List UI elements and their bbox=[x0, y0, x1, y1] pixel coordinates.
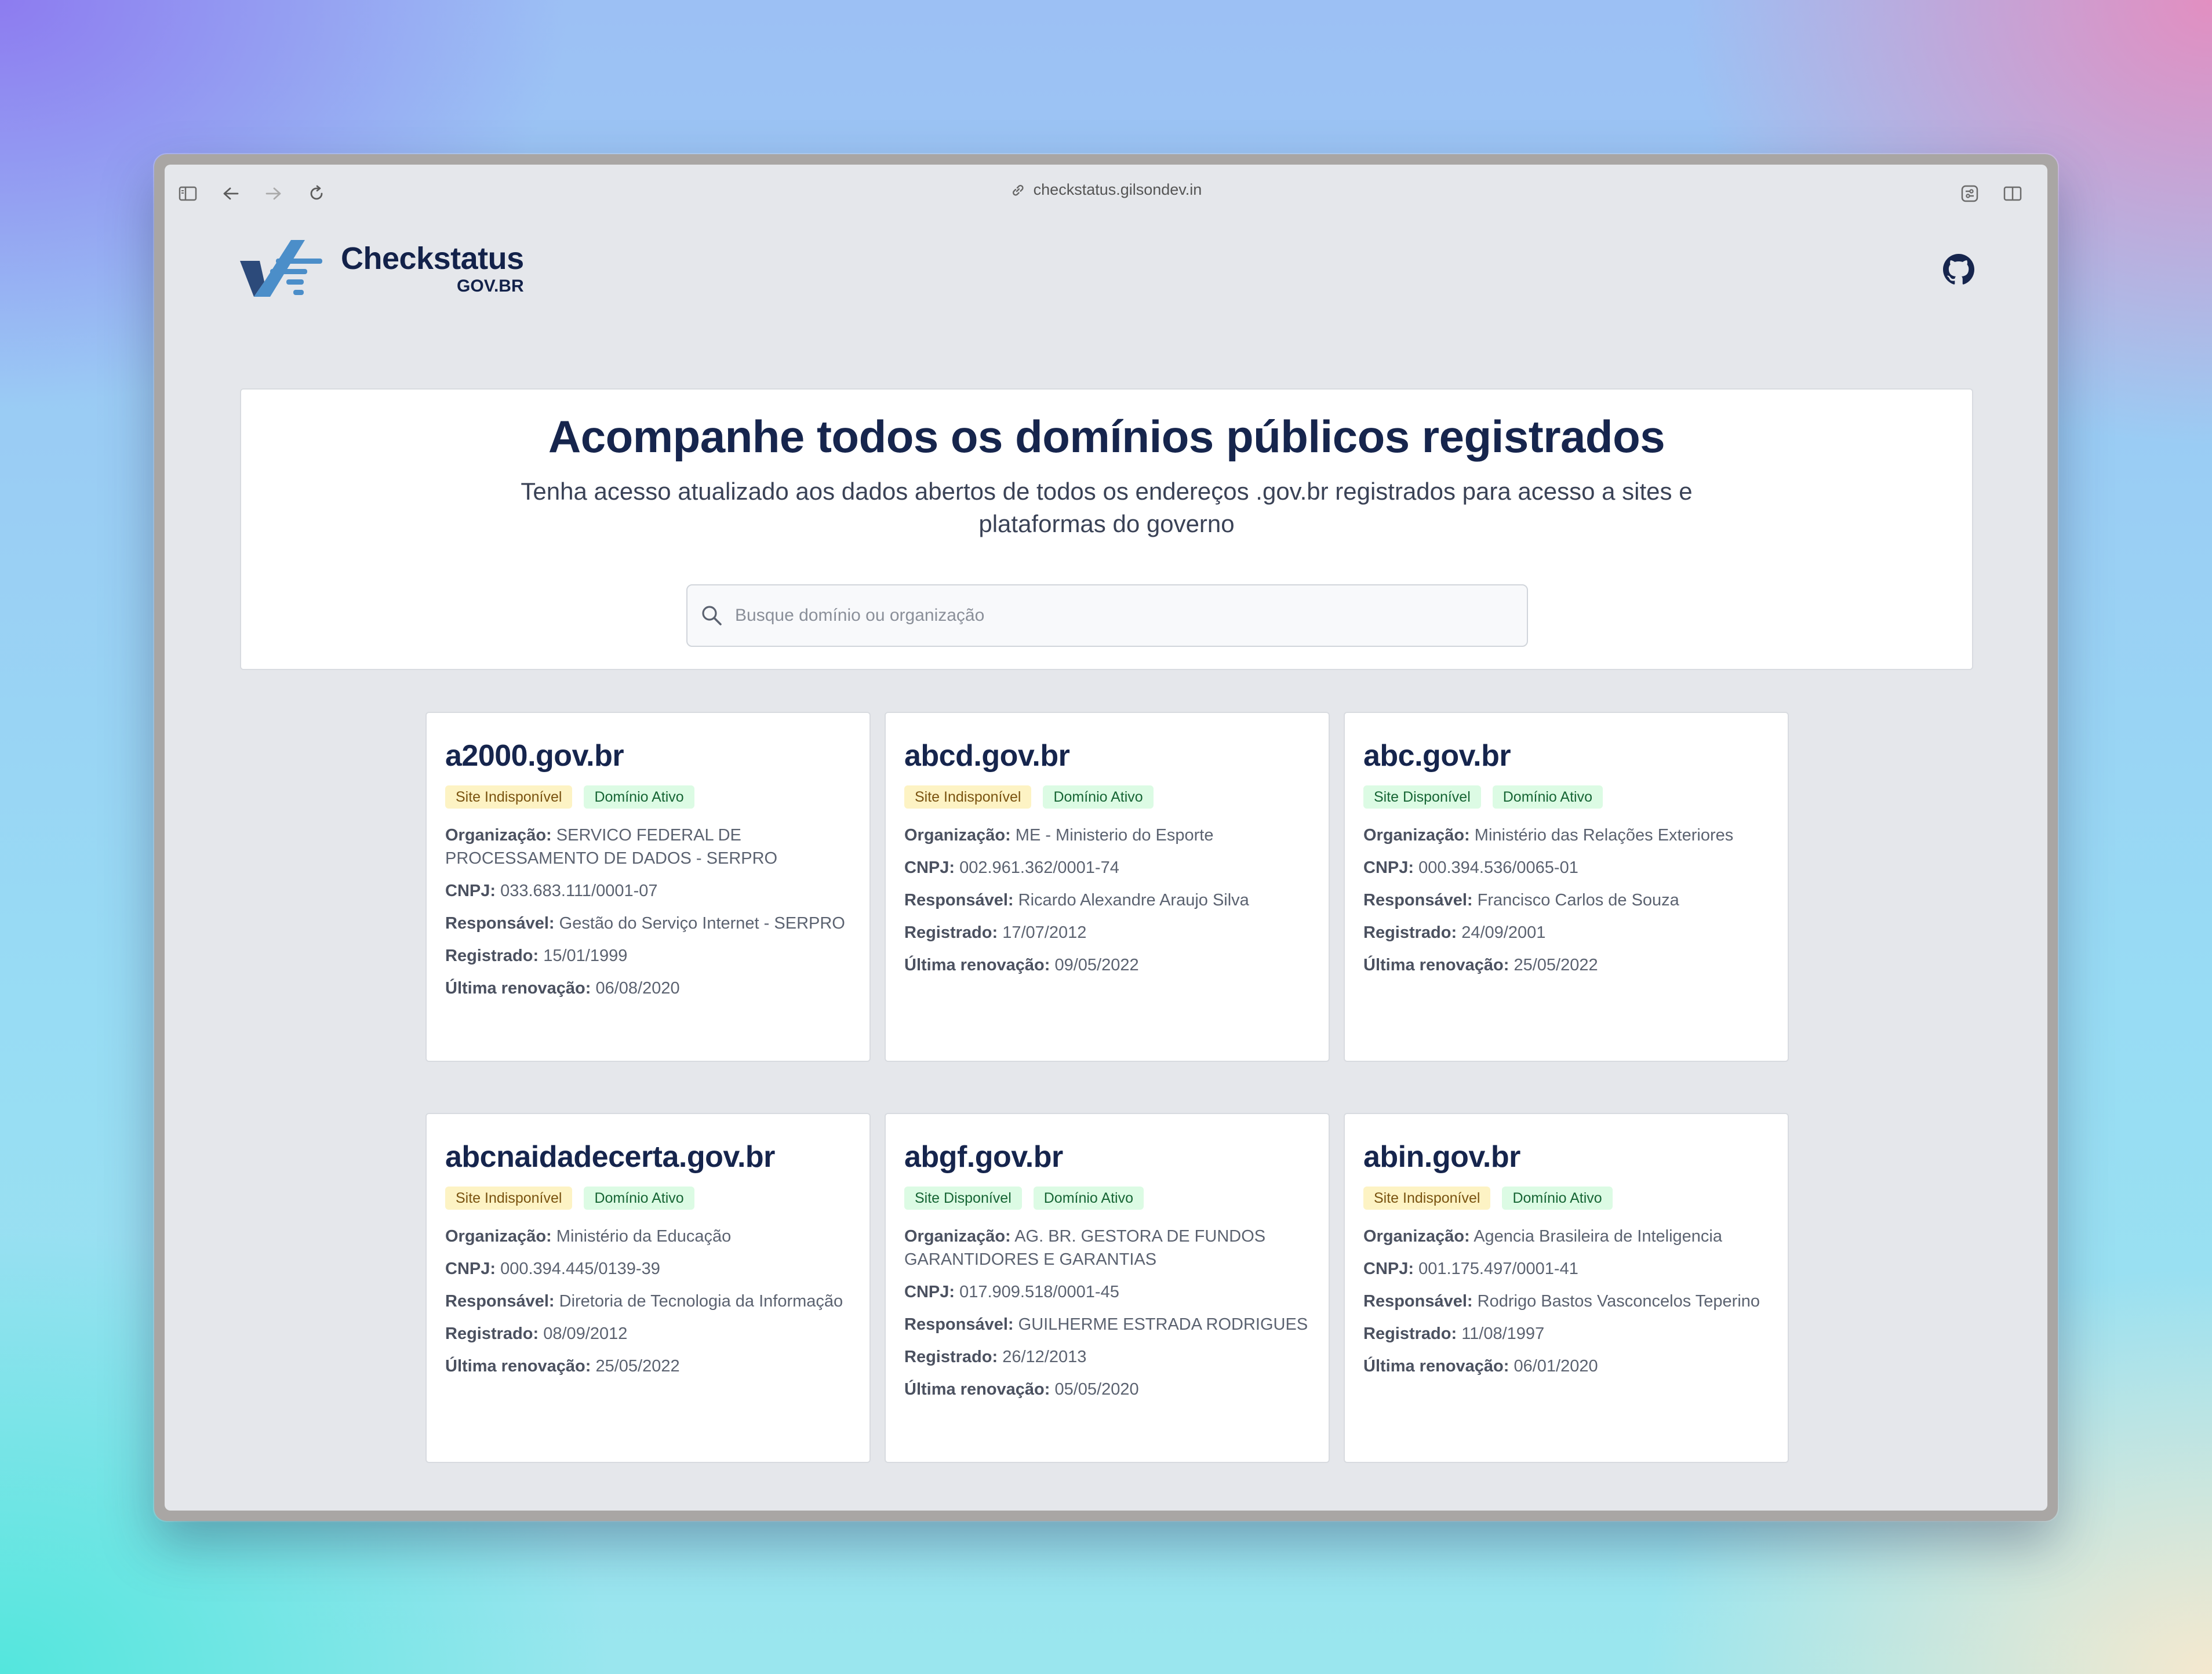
site-status-badge: Site Indisponível bbox=[445, 785, 573, 809]
domain-name[interactable]: abgf.gov.br bbox=[904, 1140, 1310, 1174]
site-status-badge: Site Indisponível bbox=[445, 1187, 573, 1210]
responsible-field: Responsável: GUILHERME ESTRADA RODRIGUES bbox=[904, 1315, 1308, 1334]
cnpj-field: CNPJ: 033.683.111/0001-07 bbox=[445, 882, 658, 901]
domain-card[interactable]: abgf.gov.br Site Disponível Domínio Ativ… bbox=[885, 1113, 1330, 1463]
hero-panel: Acompanhe todos os domínios públicos reg… bbox=[240, 388, 1973, 670]
browser-toolbar: checkstatus.gilsondev.in bbox=[165, 165, 2047, 223]
registered-field: Registrado: 08/09/2012 bbox=[445, 1324, 628, 1344]
responsible-field: Responsável: Diretoria de Tecnologia da … bbox=[445, 1292, 843, 1311]
checkmark-logo-icon bbox=[240, 240, 322, 297]
registered-field: Registrado: 11/08/1997 bbox=[1363, 1324, 1545, 1344]
domain-name[interactable]: a2000.gov.br bbox=[445, 739, 851, 773]
responsible-field: Responsável: Francisco Carlos de Souza bbox=[1363, 891, 1679, 910]
registered-field: Registrado: 17/07/2012 bbox=[904, 923, 1087, 942]
last-renewal-field: Última renovação: 25/05/2022 bbox=[1363, 956, 1598, 975]
cnpj-field: CNPJ: 000.394.445/0139-39 bbox=[445, 1260, 660, 1279]
org-field: Organização: SERVICO FEDERAL DE PROCESSA… bbox=[445, 826, 778, 868]
cnpj-field: CNPJ: 002.961.362/0001-74 bbox=[904, 858, 1119, 878]
github-icon[interactable] bbox=[1943, 254, 1974, 285]
page-title: Acompanhe todos os domínios públicos reg… bbox=[548, 411, 1665, 462]
org-field: Organização: ME - Ministerio do Esporte bbox=[904, 826, 1214, 845]
last-renewal-field: Última renovação: 25/05/2022 bbox=[445, 1357, 680, 1376]
browser-viewport: checkstatus.gilsondev.in Checkstatus GOV… bbox=[165, 165, 2047, 1511]
address-bar[interactable]: checkstatus.gilsondev.in bbox=[165, 181, 2047, 199]
domain-status-badge: Domínio Ativo bbox=[1502, 1187, 1613, 1210]
site-status-badge: Site Indisponível bbox=[904, 785, 1032, 809]
link-icon bbox=[1012, 184, 1024, 196]
org-field: Organização: AG. BR. GESTORA DE FUNDOS G… bbox=[904, 1227, 1266, 1269]
registered-field: Registrado: 26/12/2013 bbox=[904, 1348, 1087, 1367]
cnpj-field: CNPJ: 017.909.518/0001-45 bbox=[904, 1283, 1119, 1302]
org-field: Organização: Ministério das Relações Ext… bbox=[1363, 826, 1734, 845]
responsible-field: Responsável: Ricardo Alexandre Araujo Si… bbox=[904, 891, 1249, 910]
responsible-field: Responsável: Gestão do Serviço Internet … bbox=[445, 914, 845, 933]
last-renewal-field: Última renovação: 05/05/2020 bbox=[904, 1380, 1139, 1399]
domain-status-badge: Domínio Ativo bbox=[1033, 1187, 1144, 1210]
domain-card[interactable]: a2000.gov.br Site Indisponível Domínio A… bbox=[425, 712, 871, 1062]
site-status-badge: Site Disponível bbox=[1363, 785, 1481, 809]
last-renewal-field: Última renovação: 06/08/2020 bbox=[445, 979, 680, 998]
cnpj-field: CNPJ: 001.175.497/0001-41 bbox=[1363, 1260, 1578, 1279]
last-renewal-field: Última renovação: 09/05/2022 bbox=[904, 956, 1139, 975]
domain-name[interactable]: abin.gov.br bbox=[1363, 1140, 1769, 1174]
search-box[interactable] bbox=[686, 584, 1528, 647]
org-field: Organização: Agencia Brasileira de Intel… bbox=[1363, 1227, 1722, 1246]
site-status-badge: Site Indisponível bbox=[1363, 1187, 1491, 1210]
page-subtitle: Tenha acesso atualizado aos dados aberto… bbox=[521, 478, 1693, 537]
extensions-icon[interactable] bbox=[1958, 182, 1981, 205]
domain-status-badge: Domínio Ativo bbox=[1492, 785, 1603, 809]
domain-card[interactable]: abcnaidadecerta.gov.br Site Indisponível… bbox=[425, 1113, 871, 1463]
domain-status-badge: Domínio Ativo bbox=[584, 1187, 694, 1210]
org-field: Organização: Ministério da Educação bbox=[445, 1227, 732, 1246]
domain-status-badge: Domínio Ativo bbox=[1043, 785, 1154, 809]
domain-card[interactable]: abin.gov.br Site Indisponível Domínio At… bbox=[1344, 1113, 1789, 1463]
domain-name[interactable]: abcnaidadecerta.gov.br bbox=[445, 1140, 851, 1174]
registered-field: Registrado: 24/09/2001 bbox=[1363, 923, 1546, 942]
domain-card[interactable]: abcd.gov.br Site Indisponível Domínio At… bbox=[885, 712, 1330, 1062]
registered-field: Registrado: 15/01/1999 bbox=[445, 947, 628, 966]
domain-name[interactable]: abc.gov.br bbox=[1363, 739, 1769, 773]
browser-window: checkstatus.gilsondev.in Checkstatus GOV… bbox=[154, 154, 2058, 1521]
logo-name: Checkstatus bbox=[341, 241, 524, 276]
last-renewal-field: Última renovação: 06/01/2020 bbox=[1363, 1357, 1598, 1376]
url-text: checkstatus.gilsondev.in bbox=[1033, 181, 1202, 198]
cnpj-field: CNPJ: 000.394.536/0065-01 bbox=[1363, 858, 1578, 878]
site-status-badge: Site Disponível bbox=[904, 1187, 1022, 1210]
domain-card[interactable]: abc.gov.br Site Disponível Domínio Ativo… bbox=[1344, 712, 1789, 1062]
domain-status-badge: Domínio Ativo bbox=[584, 785, 694, 809]
responsible-field: Responsável: Rodrigo Bastos Vasconcelos … bbox=[1363, 1292, 1760, 1311]
search-icon bbox=[702, 606, 722, 625]
logo-subtitle: GOV.BR bbox=[457, 276, 524, 296]
search-input[interactable] bbox=[735, 606, 1489, 625]
domain-name[interactable]: abcd.gov.br bbox=[904, 739, 1310, 773]
site-logo[interactable]: Checkstatus GOV.BR bbox=[240, 239, 524, 299]
split-view-icon[interactable] bbox=[2001, 182, 2024, 205]
